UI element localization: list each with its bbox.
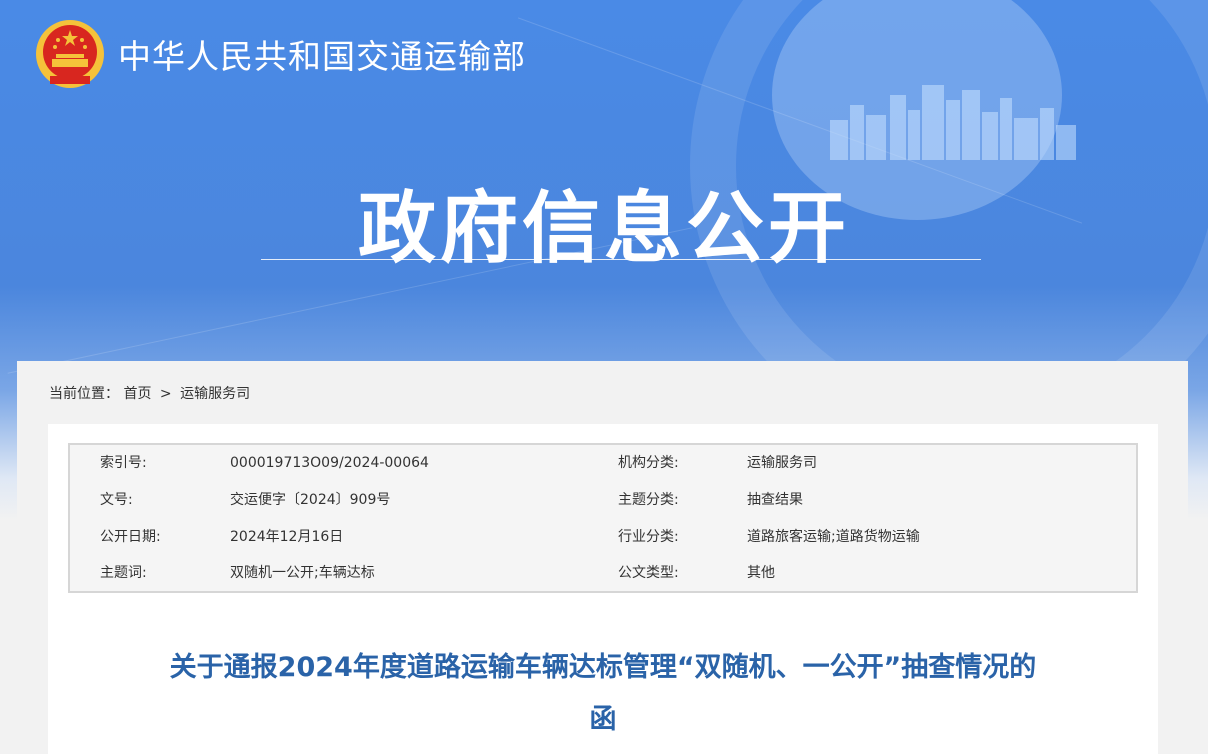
metadata-key: 公开日期: xyxy=(100,529,161,545)
metadata-value: 双随机一公开;车辆达标 xyxy=(230,565,375,581)
document-metadata-table: 索引号: 000019713O09/2024-00064 机构分类: 运输服务司… xyxy=(68,443,1138,593)
breadcrumb-label: 当前位置： xyxy=(49,386,119,402)
metadata-value: 道路旅客运输;道路货物运输 xyxy=(747,529,920,545)
metadata-key: 索引号: xyxy=(100,455,147,471)
breadcrumb: 当前位置： 首页 > 运输服务司 xyxy=(49,383,250,403)
document-title-line: 函 xyxy=(589,704,617,735)
title-divider xyxy=(261,259,981,260)
breadcrumb-department-link[interactable]: 运输服务司 xyxy=(180,386,250,402)
document-title: 关于通报2024年度道路运输车辆达标管理“双随机、一公开”抽查情况的 函 xyxy=(48,642,1158,746)
metadata-key: 公文类型: xyxy=(618,565,679,581)
metadata-value: 2024年12月16日 xyxy=(230,529,344,545)
metadata-value: 交运便字〔2024〕909号 xyxy=(230,492,391,508)
section-title: 政府信息公开 xyxy=(357,184,850,274)
metadata-key: 文号: xyxy=(100,492,133,508)
metadata-key: 机构分类: xyxy=(618,455,679,471)
metadata-value: 运输服务司 xyxy=(747,455,817,471)
national-emblem-icon xyxy=(36,20,104,88)
breadcrumb-home-link[interactable]: 首页 xyxy=(123,386,151,402)
metadata-row: 索引号: 000019713O09/2024-00064 机构分类: 运输服务司 xyxy=(70,448,1136,478)
metadata-key: 主题词: xyxy=(100,565,147,581)
main-card: 当前位置： 首页 > 运输服务司 索引号: 000019713O09/2024-… xyxy=(17,361,1188,754)
article-content: 索引号: 000019713O09/2024-00064 机构分类: 运输服务司… xyxy=(48,424,1158,754)
metadata-row: 文号: 交运便字〔2024〕909号 主题分类: 抽查结果 xyxy=(70,485,1136,515)
metadata-key: 行业分类: xyxy=(618,529,679,545)
site-title[interactable]: 中华人民共和国交通运输部 xyxy=(118,30,526,78)
document-title-line: 关于通报2024年度道路运输车辆达标管理“双随机、一公开”抽查情况的 xyxy=(169,652,1037,683)
metadata-value: 其他 xyxy=(747,565,775,581)
city-skyline-graphic xyxy=(830,85,1076,160)
breadcrumb-separator: > xyxy=(159,386,172,402)
metadata-key: 主题分类: xyxy=(618,492,679,508)
metadata-row: 公开日期: 2024年12月16日 行业分类: 道路旅客运输;道路货物运输 xyxy=(70,522,1136,552)
metadata-value: 000019713O09/2024-00064 xyxy=(230,455,429,471)
metadata-value: 抽查结果 xyxy=(747,492,803,508)
metadata-row: 主题词: 双随机一公开;车辆达标 公文类型: 其他 xyxy=(70,558,1136,588)
